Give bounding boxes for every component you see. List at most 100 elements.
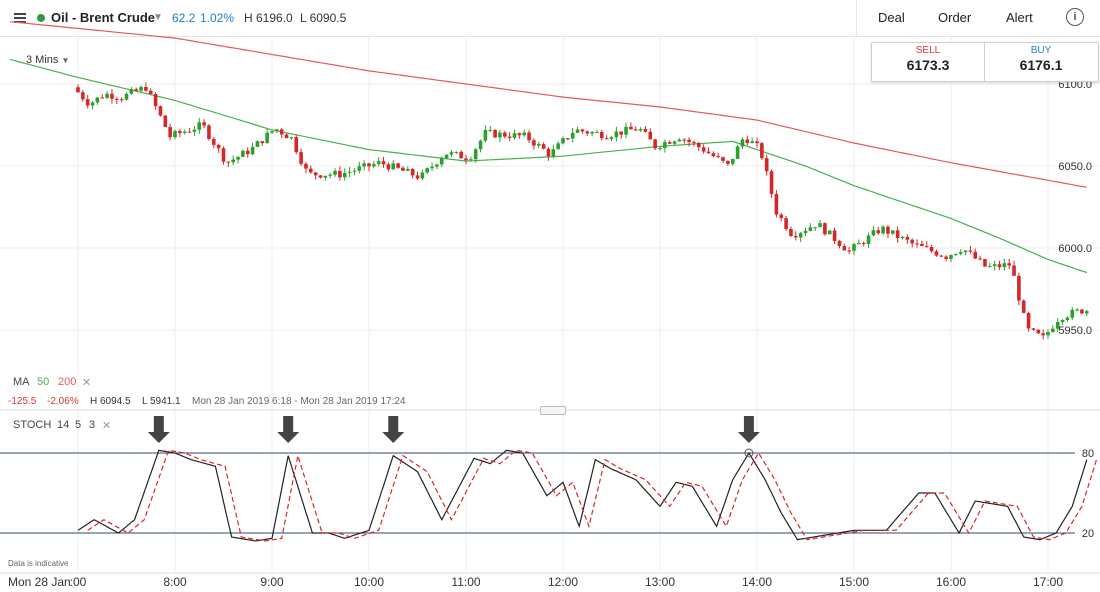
candle-down	[279, 129, 284, 135]
candle-down	[944, 256, 948, 259]
candle-down	[401, 167, 405, 171]
candle-up	[129, 89, 134, 94]
x-tick-label: 12:00	[548, 575, 578, 589]
candle-down	[876, 230, 881, 234]
candle-down	[294, 137, 299, 153]
candle-up	[556, 143, 560, 150]
candle-up	[362, 163, 366, 167]
candle-up	[275, 129, 279, 132]
candle-down	[920, 243, 924, 247]
x-tick-label: 8:00	[163, 575, 187, 589]
candle-up	[958, 252, 963, 254]
candle-down	[517, 133, 522, 136]
candle-up	[1002, 263, 1007, 268]
candle-down	[648, 131, 653, 140]
candle-up	[236, 156, 240, 160]
candle-up	[595, 132, 599, 134]
candle-up	[352, 170, 357, 172]
remove-stoch-icon[interactable]: ✕	[102, 419, 111, 432]
candle-down	[318, 175, 323, 178]
candle-up	[1065, 317, 1070, 321]
timeframe-label: 3 Mins	[26, 54, 59, 66]
candle-down	[886, 226, 890, 234]
candle-up	[730, 158, 735, 164]
candle-up	[469, 159, 473, 161]
candle-down	[1007, 263, 1011, 266]
signal-arrow-icon	[277, 416, 300, 443]
candle-up	[182, 131, 187, 134]
candle-up	[241, 150, 245, 157]
candle-up	[740, 139, 745, 147]
timeframe-selector[interactable]: 3 Mins ▼	[26, 54, 69, 66]
candle-down	[503, 132, 507, 137]
candle-up	[818, 223, 822, 228]
pane-resize-handle[interactable]	[540, 406, 566, 415]
buy-button[interactable]: BUY 6176.1	[985, 43, 1097, 81]
candle-down	[1021, 300, 1026, 313]
candle-down	[764, 158, 769, 172]
candle-up	[473, 149, 478, 160]
x-tick-label: 16:00	[936, 575, 966, 589]
remove-ma-icon[interactable]: ✕	[82, 376, 91, 389]
candle-up	[609, 137, 614, 139]
candle-down	[1031, 328, 1036, 330]
y-tick-label: 6000.0	[1058, 243, 1092, 255]
ma-fast-period: 50	[37, 376, 50, 388]
candle-down	[81, 92, 85, 100]
x-tick-label: 14:00	[742, 575, 772, 589]
candle-up	[439, 158, 444, 165]
candle-up	[197, 122, 202, 130]
price-chart[interactable]: :00 8:00 9:00 10:00 11:00 12:00 13:00 14:00 15:0…	[0, 0, 1100, 592]
candle-down	[721, 157, 725, 161]
candle-down	[910, 239, 914, 244]
candle-down	[633, 129, 638, 131]
candle-down	[1017, 275, 1021, 301]
candle-down	[367, 163, 371, 167]
stoch-d-period: 5	[75, 419, 82, 431]
candle-down	[716, 156, 720, 158]
candle-down	[100, 97, 105, 99]
candle-down	[541, 144, 546, 149]
candle-down	[769, 171, 774, 194]
candle-up	[735, 146, 740, 159]
candle-down	[260, 141, 265, 144]
candle-up	[449, 152, 454, 155]
candle-down	[163, 115, 168, 128]
candle-up	[192, 129, 197, 132]
candle-down	[784, 218, 788, 230]
candle-down	[415, 175, 420, 179]
candle-down	[459, 151, 463, 159]
candle-down	[1036, 329, 1041, 334]
candle-up	[1085, 311, 1089, 314]
candle-up	[522, 132, 526, 136]
candle-down	[207, 125, 211, 139]
candle-up	[376, 161, 381, 165]
candle-down	[697, 142, 701, 148]
candle-up	[988, 266, 992, 268]
candle-down	[153, 93, 158, 107]
candle-up	[954, 253, 958, 256]
x-axis-date-label: Mon 28 Jan	[8, 575, 71, 589]
candle-up	[551, 149, 556, 157]
candle-up	[372, 164, 376, 167]
candle-up	[614, 131, 619, 138]
candle-up	[881, 226, 885, 234]
sell-button[interactable]: SELL 6173.3	[872, 43, 985, 81]
candle-down	[1026, 312, 1031, 329]
candle-up	[891, 230, 895, 234]
candle-up	[949, 255, 953, 259]
candle-up	[590, 132, 594, 134]
candle-up	[813, 227, 817, 229]
ma-legend-label: MA	[13, 376, 30, 388]
x-tick-label: 13:00	[645, 575, 675, 589]
candle-down	[580, 129, 585, 132]
candle-up	[333, 170, 337, 175]
range-high: H 6094.5	[90, 396, 131, 407]
candle-down	[527, 132, 531, 141]
candle-down	[973, 251, 978, 259]
candle-down	[667, 142, 672, 144]
candle-down	[178, 131, 182, 134]
candle-down	[1080, 309, 1084, 314]
candle-up	[425, 168, 429, 173]
quote-panel: SELL 6173.3 BUY 6176.1	[871, 42, 1099, 82]
